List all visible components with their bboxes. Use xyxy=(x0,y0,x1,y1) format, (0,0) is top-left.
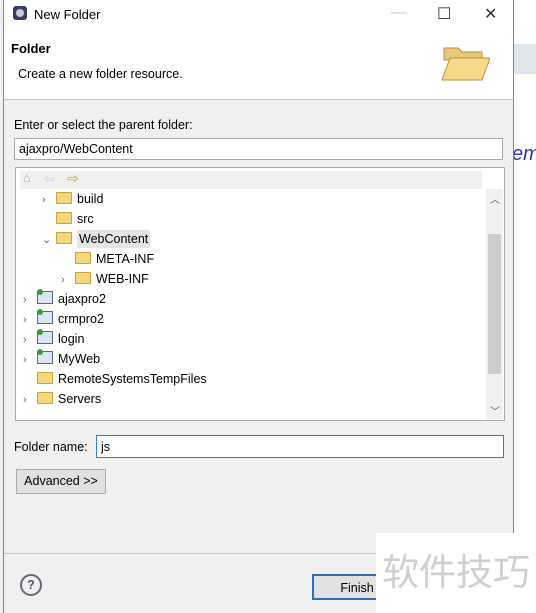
home-icon[interactable]: ⌂ xyxy=(23,171,31,185)
new-folder-dialog: New Folder — ☐ ✕ Folder Create a new fol… xyxy=(3,0,514,613)
tree-item-label: META-INF xyxy=(96,252,155,266)
tree-item-label: src xyxy=(77,212,94,226)
tree-item[interactable]: › crmpro2 xyxy=(23,309,104,329)
chevron-down-icon[interactable]: ⌄ xyxy=(42,230,56,250)
folder-icon xyxy=(37,392,53,404)
close-button[interactable]: ✕ xyxy=(484,4,497,24)
tree-item[interactable]: META-INF xyxy=(61,249,154,269)
forward-arrow-icon[interactable]: ⇨ xyxy=(67,170,79,187)
advanced-button[interactable]: Advanced >> xyxy=(16,469,106,494)
eclipse-icon xyxy=(13,6,27,20)
wizard-header: Folder Create a new folder resource. xyxy=(4,30,513,100)
project-icon xyxy=(37,349,53,364)
folder-icon xyxy=(75,252,91,264)
folder-icon xyxy=(37,372,53,384)
tree-item-label: Servers xyxy=(58,392,102,406)
back-arrow-icon[interactable]: ⇦ xyxy=(44,171,54,186)
folder-name-input[interactable] xyxy=(96,435,504,458)
project-icon xyxy=(37,329,53,344)
page-title: Folder xyxy=(11,41,51,56)
parent-folder-label: Enter or select the parent folder: xyxy=(14,118,193,132)
page-description: Create a new folder resource. xyxy=(18,67,183,81)
chevron-right-icon[interactable]: › xyxy=(23,390,37,410)
tree-item[interactable]: src xyxy=(42,209,94,229)
folder-name-label: Folder name: xyxy=(14,440,88,454)
help-icon[interactable]: ? xyxy=(20,574,42,596)
chevron-right-icon[interactable]: › xyxy=(23,290,37,310)
chevron-right-icon[interactable]: › xyxy=(23,330,37,350)
background-toolbar xyxy=(513,44,536,74)
watermark: 软件技巧 xyxy=(376,533,536,613)
window-title: New Folder xyxy=(34,7,101,22)
tree-item[interactable]: › ajaxpro2 xyxy=(23,289,106,309)
background-text: em xyxy=(512,143,536,165)
background-window xyxy=(513,0,536,613)
minimize-button[interactable]: — xyxy=(391,4,407,22)
tree-item[interactable]: › Servers xyxy=(23,389,101,409)
tree-nav-bar: ⌂ ⇦ ⇨ xyxy=(20,170,482,189)
tree-item[interactable]: › build xyxy=(42,189,103,209)
chevron-right-icon[interactable]: › xyxy=(23,310,37,330)
tree-item[interactable]: RemoteSystemsTempFiles xyxy=(23,369,207,389)
folder-icon xyxy=(75,272,91,284)
tree-item[interactable]: › WEB-INF xyxy=(61,269,149,289)
folder-banner-icon xyxy=(441,47,490,81)
tree-item[interactable]: › login xyxy=(23,329,84,349)
folder-icon xyxy=(56,232,72,244)
chevron-right-icon[interactable]: › xyxy=(42,190,56,210)
chevron-right-icon[interactable]: › xyxy=(61,270,75,290)
tree-item-label: build xyxy=(77,192,104,206)
tree-item-label: ajaxpro2 xyxy=(58,292,106,306)
tree-item-label: WEB-INF xyxy=(96,272,149,286)
tree-item-label: crmpro2 xyxy=(58,312,104,326)
tree-item-label: login xyxy=(58,332,85,346)
tree-item-label: WebContent xyxy=(77,230,151,248)
chevron-right-icon[interactable]: › xyxy=(23,350,37,370)
project-icon xyxy=(37,309,53,324)
folder-icon xyxy=(56,212,72,224)
scroll-up-icon[interactable]: ︿ xyxy=(490,191,500,206)
project-icon xyxy=(37,289,53,304)
tree-item[interactable]: ⌄ WebContent xyxy=(42,229,151,250)
folder-tree[interactable]: ⌂ ⇦ ⇨ › build src ⌄ WebContent META-INF › WEB-I… xyxy=(15,167,505,421)
tree-item[interactable]: › MyWeb xyxy=(23,349,100,369)
scroll-down-icon[interactable]: ﹀ xyxy=(490,403,500,418)
tree-scrollbar[interactable]: ︿ ﹀ xyxy=(486,189,503,419)
title-bar: New Folder — ☐ ✕ xyxy=(4,0,513,30)
tree-item-label: RemoteSystemsTempFiles xyxy=(58,372,207,386)
maximize-button[interactable]: ☐ xyxy=(437,4,451,24)
scrollbar-thumb[interactable] xyxy=(488,234,501,374)
tree-item-label: MyWeb xyxy=(58,352,101,366)
folder-icon xyxy=(56,192,72,204)
parent-folder-input[interactable] xyxy=(14,138,503,160)
